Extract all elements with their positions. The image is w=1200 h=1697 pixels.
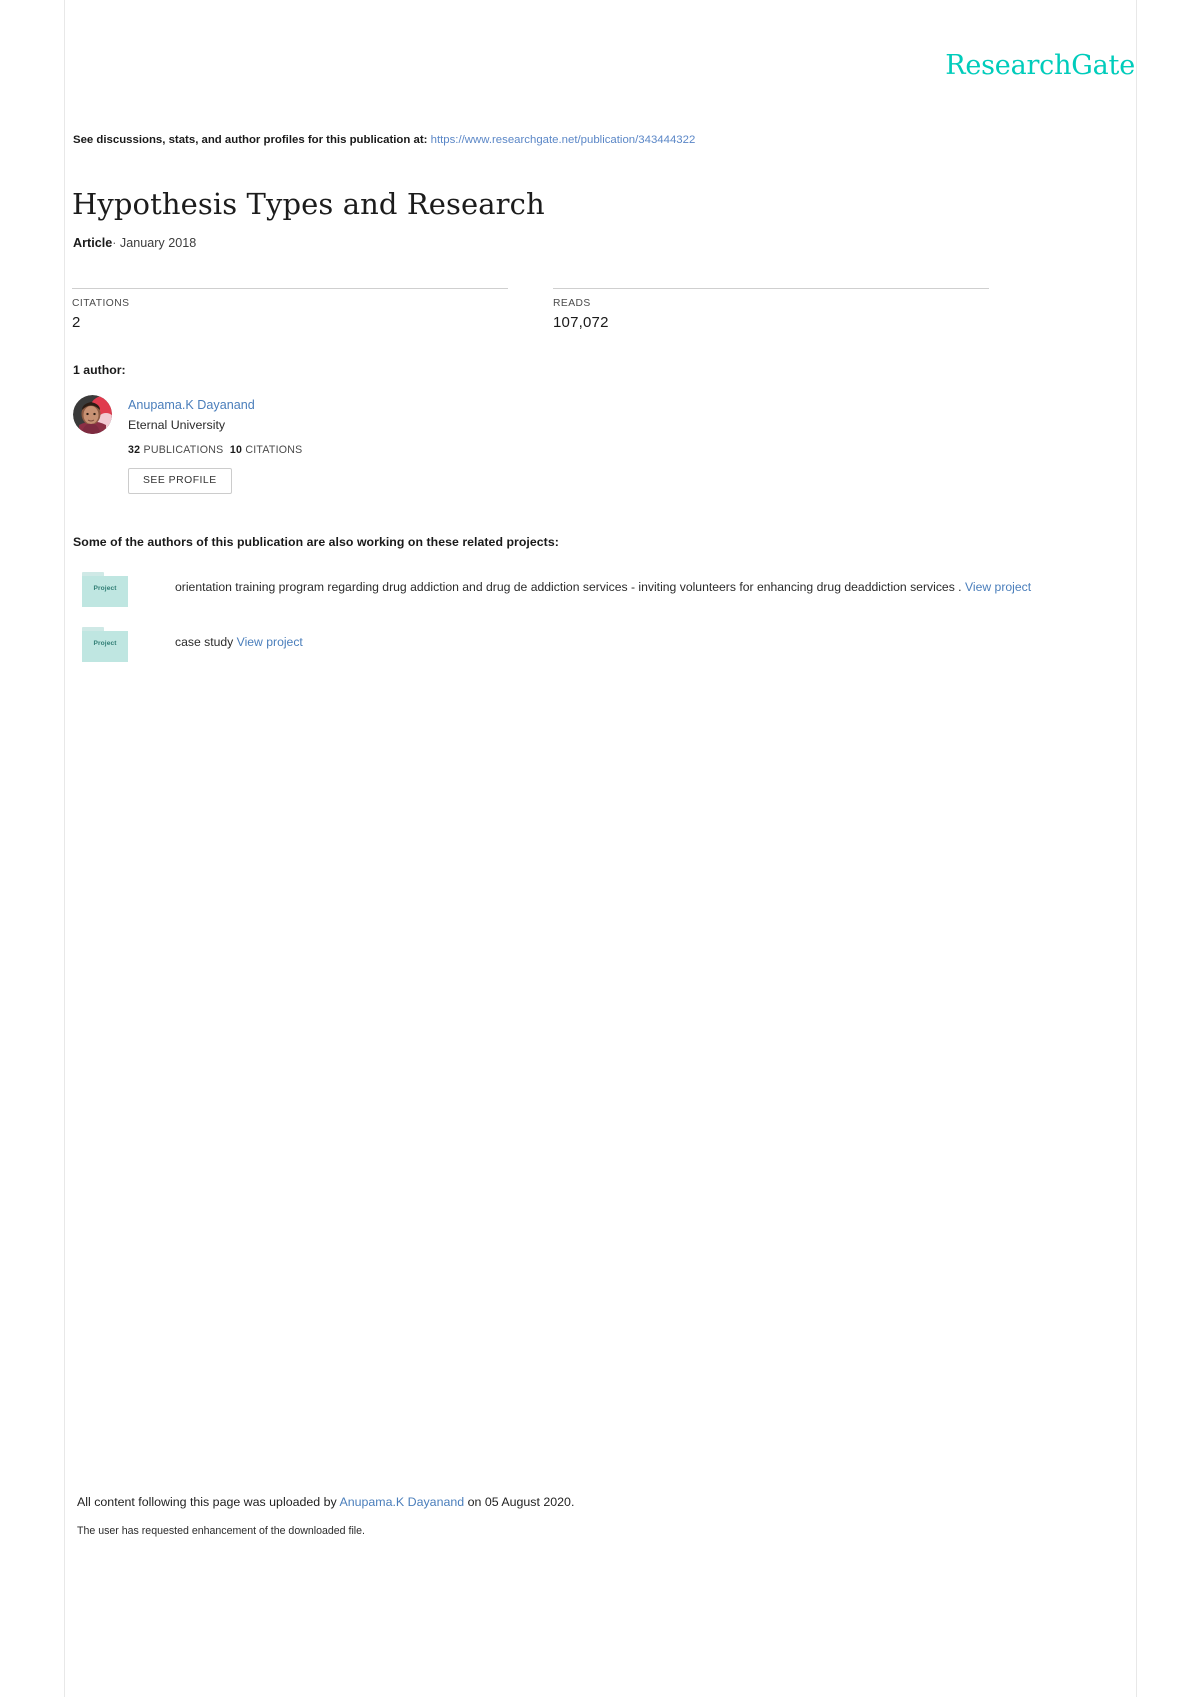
upload-suffix: on 05 August 2020.: [467, 1495, 575, 1509]
researchgate-logo[interactable]: ResearchGate: [945, 52, 1135, 79]
stat-reads: READS 107,072: [553, 288, 989, 331]
project-description-row: case study View project: [175, 634, 1136, 651]
stat-divider: [553, 288, 989, 289]
researchgate-publication-page: ResearchGate See discussions, stats, and…: [0, 0, 1200, 1697]
project-description-row: orientation training program regarding d…: [175, 579, 1136, 596]
project-description: orientation training program regarding d…: [175, 580, 962, 594]
author-entry: Anupama.K Dayanand Eternal University 32…: [73, 395, 593, 494]
project-description: case study: [175, 635, 234, 649]
folder-icon-label: Project: [93, 640, 117, 647]
publication-date: January 2018: [119, 236, 197, 250]
page-edge-right: [1136, 0, 1137, 1697]
see-profile-button[interactable]: SEE PROFILE: [128, 468, 232, 494]
authors-heading: 1 author:: [73, 363, 126, 377]
author-citations-count: 10: [229, 444, 243, 457]
author-publications-label: PUBLICATIONS: [143, 444, 224, 457]
view-project-link[interactable]: View project: [965, 580, 1031, 594]
author-avatar[interactable]: [73, 395, 112, 434]
author-name-link[interactable]: Anupama.K Dayanand: [128, 396, 593, 414]
author-affiliation: Eternal University: [128, 418, 226, 433]
stat-divider: [72, 288, 508, 289]
stat-value-reads: 107,072: [553, 314, 609, 331]
stat-label-citations: CITATIONS: [72, 298, 130, 309]
author-info: Anupama.K Dayanand Eternal University 32…: [128, 395, 593, 494]
enhancement-note: The user has requested enhancement of th…: [77, 1525, 365, 1537]
project-folder-icon: Project: [82, 572, 128, 607]
publication-stats: CITATIONS 2 READS 107,072: [72, 288, 1136, 338]
disclosure-text: See discussions, stats, and author profi…: [73, 134, 428, 146]
related-projects-heading: Some of the authors of this publication …: [73, 535, 559, 549]
project-list-item: Project orientation training program reg…: [73, 572, 1136, 616]
disclosure-line: See discussions, stats, and author profi…: [73, 133, 695, 149]
page-content: ResearchGate See discussions, stats, and…: [65, 0, 1136, 1697]
project-folder-icon: Project: [82, 627, 128, 662]
view-project-link[interactable]: View project: [237, 635, 303, 649]
project-list-item: Project case study View project: [73, 627, 1136, 671]
stat-value-citations: 2: [72, 314, 81, 331]
stat-citations: CITATIONS 2: [72, 288, 508, 331]
publication-meta: Article· January 2018: [73, 236, 196, 250]
upload-prefix: All content following this page was uplo…: [77, 1495, 337, 1509]
author-citations-label: CITATIONS: [245, 444, 303, 457]
stat-label-reads: READS: [553, 298, 591, 309]
author-metrics: 32 PUBLICATIONS 10 CITATIONS: [128, 444, 593, 456]
author-publications-count: 32: [128, 444, 141, 457]
page-title: Hypothesis Types and Research: [72, 187, 545, 222]
publication-url-link[interactable]: https://www.researchgate.net/publication…: [431, 134, 696, 146]
publication-type: Article: [73, 236, 113, 250]
meta-separator: ·: [112, 236, 117, 250]
upload-attribution: All content following this page was uplo…: [77, 1494, 574, 1511]
folder-icon-label: Project: [93, 585, 117, 592]
uploader-link[interactable]: Anupama.K Dayanand: [339, 1495, 464, 1509]
